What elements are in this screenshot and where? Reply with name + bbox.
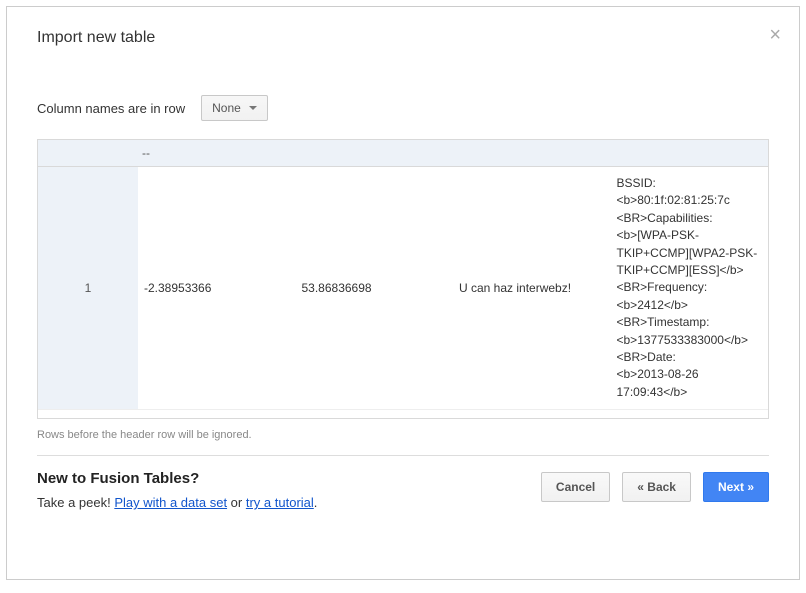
chevron-down-icon — [249, 106, 257, 110]
hint-text: Rows before the header row will be ignor… — [37, 429, 769, 441]
peek-suffix: . — [314, 495, 318, 510]
header-rownum — [38, 140, 138, 167]
row-number: 1 — [38, 167, 138, 410]
footer-peek: Take a peek! Play with a data set or try… — [37, 495, 317, 510]
cell-c4: BSSID: <b>80:1f:02:81:25:7c <BR>Capabili… — [611, 167, 769, 410]
cell-c3: U can haz interwebz! — [453, 167, 611, 410]
header-row: -- — [38, 140, 768, 167]
import-dialog: × Import new table Column names are in r… — [6, 6, 800, 580]
cell-c1: -2.38953366 — [138, 167, 296, 410]
column-names-row: Column names are in row None — [37, 95, 769, 121]
dialog-title: Import new table — [37, 29, 769, 47]
back-button[interactable]: « Back — [622, 472, 691, 502]
cell-c2: 53.86836698 — [296, 167, 454, 410]
column-names-label: Column names are in row — [37, 101, 185, 116]
link-try-tutorial[interactable]: try a tutorial — [246, 495, 314, 510]
table-row: 1 -2.38953366 53.86836698 U can haz inte… — [38, 167, 768, 410]
header-col-3 — [453, 140, 611, 167]
link-play-with-dataset[interactable]: Play with a data set — [114, 495, 227, 510]
close-icon[interactable]: × — [769, 25, 781, 45]
column-names-dropdown[interactable]: None — [201, 95, 268, 121]
footer-buttons: Cancel « Back Next » — [541, 472, 769, 502]
header-col-4 — [611, 140, 769, 167]
cancel-button[interactable]: Cancel — [541, 472, 610, 502]
footer-left: New to Fusion Tables? Take a peek! Play … — [37, 470, 317, 510]
preview-table-container: -- 1 -2.38953366 53.86836698 U can haz i… — [37, 139, 769, 419]
footer: New to Fusion Tables? Take a peek! Play … — [37, 470, 769, 510]
header-col-1: -- — [138, 140, 296, 167]
peek-prefix: Take a peek! — [37, 495, 114, 510]
header-col-2 — [296, 140, 454, 167]
preview-table: -- 1 -2.38953366 53.86836698 U can haz i… — [38, 140, 768, 410]
dropdown-value: None — [212, 101, 241, 115]
footer-heading: New to Fusion Tables? — [37, 470, 317, 487]
preview-table-scroll[interactable]: -- 1 -2.38953366 53.86836698 U can haz i… — [38, 140, 768, 418]
peek-or: or — [227, 495, 246, 510]
next-button[interactable]: Next » — [703, 472, 769, 502]
divider — [37, 455, 769, 456]
